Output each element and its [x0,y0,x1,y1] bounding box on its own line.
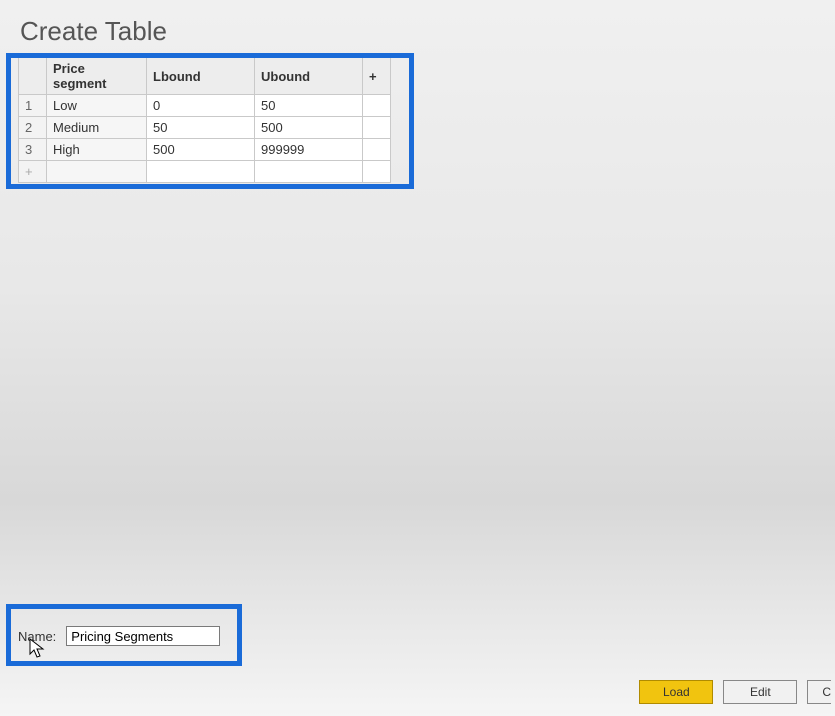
cell-ubound[interactable]: 999999 [255,139,363,161]
name-row: Name: [18,626,220,646]
name-label: Name: [18,629,56,644]
row-index: 1 [19,95,47,117]
header-index [19,58,47,95]
cell-ubound[interactable]: 500 [255,117,363,139]
name-input[interactable] [66,626,220,646]
table-header-row: Price segment Lbound Ubound + [19,58,391,95]
table-row[interactable]: 3 High 500 999999 [19,139,391,161]
cell-segment[interactable]: High [47,139,147,161]
header-lbound[interactable]: Lbound [147,58,255,95]
dialog-title: Create Table [0,0,835,47]
header-segment[interactable]: Price segment [47,58,147,95]
button-row: Load Edit C [639,680,835,704]
row-index: 3 [19,139,47,161]
cell-addcol [363,95,391,117]
cell-segment[interactable]: Medium [47,117,147,139]
edit-button[interactable]: Edit [723,680,797,704]
cell-lbound[interactable]: 0 [147,95,255,117]
cell-ubound[interactable]: 50 [255,95,363,117]
table-row[interactable]: 1 Low 0 50 [19,95,391,117]
header-add-column[interactable]: + [363,58,391,95]
cell-empty [363,161,391,183]
cancel-button[interactable]: C [807,680,831,704]
cell-empty[interactable] [47,161,147,183]
cell-lbound[interactable]: 500 [147,139,255,161]
content-area: Price segment Lbound Ubound + 1 Low 0 50… [0,47,835,183]
data-table[interactable]: Price segment Lbound Ubound + 1 Low 0 50… [18,57,391,183]
header-ubound[interactable]: Ubound [255,58,363,95]
cell-segment[interactable]: Low [47,95,147,117]
cell-addcol [363,117,391,139]
cell-addcol [363,139,391,161]
cell-lbound[interactable]: 50 [147,117,255,139]
table-row[interactable]: 2 Medium 50 500 [19,117,391,139]
row-index: 2 [19,117,47,139]
table-add-row[interactable]: + [19,161,391,183]
cell-empty[interactable] [147,161,255,183]
load-button[interactable]: Load [639,680,713,704]
cell-empty[interactable] [255,161,363,183]
add-row-icon[interactable]: + [19,161,47,183]
